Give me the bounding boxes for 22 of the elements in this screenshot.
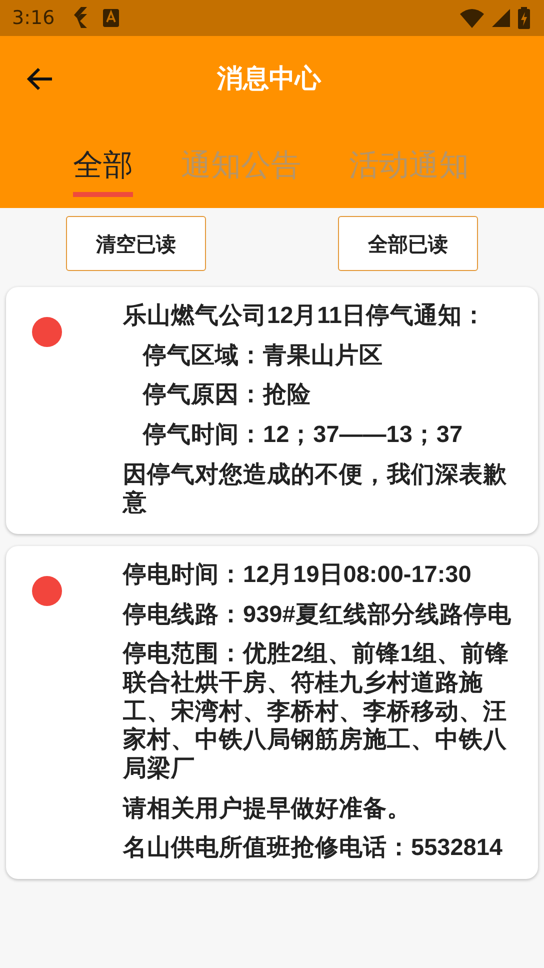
- app-title: 消息中心: [216, 62, 322, 96]
- message-text: 停电范围：优胜2组、前锋1组、前锋联合社烘干房、符桂九乡村道路施工、宋湾村、李桥村、李桥移动、汪家村、中铁八局钢筋房施工、中铁八局梁厂: [123, 639, 510, 783]
- back-arrow-icon[interactable]: [26, 67, 54, 91]
- message-card[interactable]: 乐山燃气公司12月11日停气通知： 停气区域：青果山片区 停气原因：抢险 停气时间：12；37——13；37 因停气对您造成的不便，我们深表歉意: [6, 287, 538, 534]
- message-text: 名山供电所值班抢修电话：5532814: [123, 833, 504, 862]
- battery-icon: [518, 7, 530, 29]
- tab[interactable]: 全部: [73, 148, 133, 197]
- signal-icon: [492, 9, 510, 27]
- message-text: 停气原因：抢险: [141, 380, 312, 409]
- font-icon: [102, 9, 119, 27]
- message-text: 乐山燃气公司12月11日停气通知：: [123, 301, 487, 330]
- message-text: 停电时间：12月19日08:00-17:30: [123, 560, 472, 589]
- wifi-icon: [460, 8, 484, 28]
- message-text: 因停气对您造成的不便，我们深表歉意: [123, 460, 508, 517]
- message-text: 停气时间：12；37——13；37: [141, 420, 464, 449]
- status-time: 3:16: [12, 6, 55, 31]
- message-text: 请相关用户提早做好准备。: [123, 794, 412, 822]
- action-button[interactable]: 清空已读: [66, 216, 206, 271]
- action-button[interactable]: 全部已读: [338, 216, 478, 271]
- message-text: 停电线路：939#夏红线部分线路停电: [123, 600, 512, 628]
- message-card[interactable]: 停电时间：12月19日08:00-17:30 停电线路：939#夏红线部分线路停电 停电范围：优胜2组、前锋1组、前锋联合社烘干房、符桂九乡村道路施工、宋湾村、李桥村、李桥移动、汪家村、中铁八局钢筋房施工、中铁八局梁厂 请相关用户提早做好准备。 名山供电所值班抢修电话：5532814: [6, 546, 538, 879]
- message-text: 停气区域：青果山片区: [141, 340, 384, 370]
